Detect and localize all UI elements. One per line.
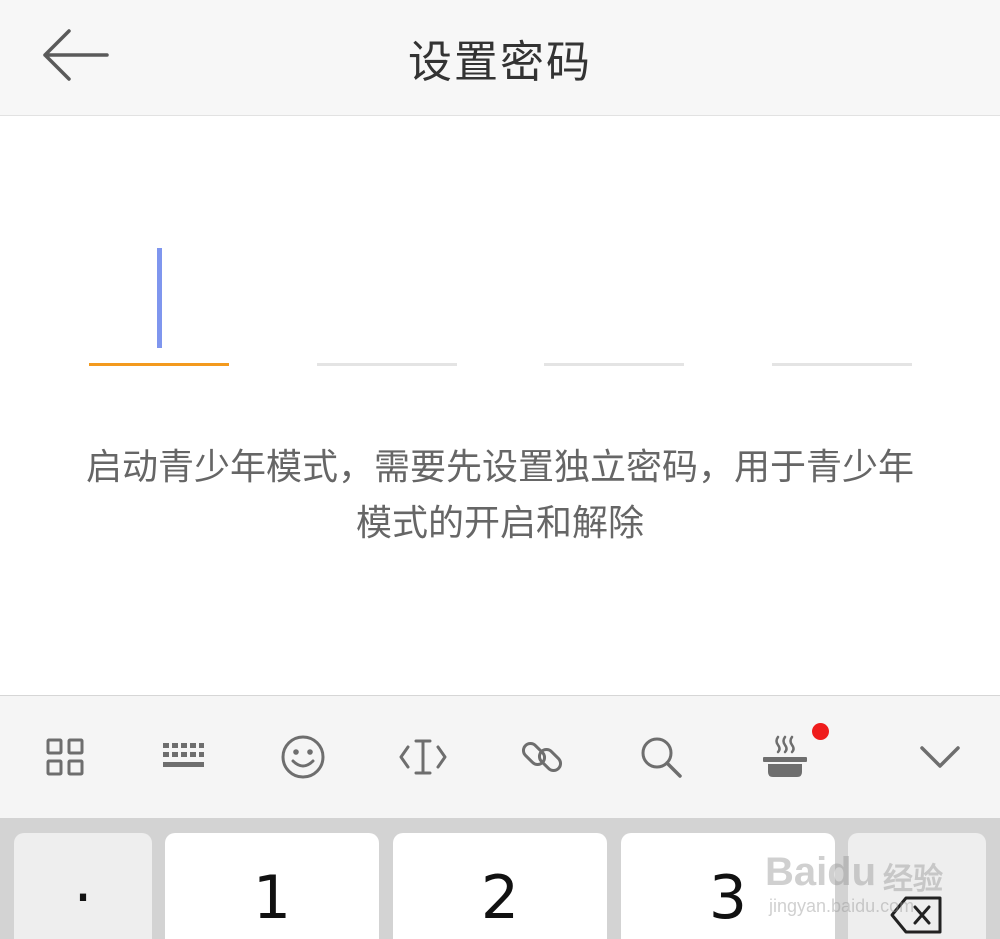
text-caret (157, 248, 162, 348)
hot-pot-button[interactable] (750, 722, 820, 792)
keyboard-icon (163, 743, 204, 767)
search-icon (641, 737, 682, 778)
collapse-keyboard-button[interactable] (905, 722, 975, 792)
apps-button[interactable] (30, 722, 100, 792)
chevron-down-icon (920, 746, 960, 768)
page-title: 设置密码 (408, 37, 592, 88)
keyboard-toolbar (0, 695, 1000, 819)
text-cursor-icon (399, 739, 447, 775)
notification-dot (812, 723, 829, 740)
pin-entry (0, 116, 1000, 416)
pin-digit-3[interactable] (544, 246, 684, 366)
key-2[interactable]: 2 (393, 833, 607, 939)
hot-pot-icon (763, 735, 807, 777)
keyboard-layout-button[interactable] (148, 722, 218, 792)
number-keypad: · 1 2 3 (0, 818, 1000, 939)
key-dot[interactable]: · (14, 833, 152, 939)
link-icon (521, 741, 563, 773)
pin-digit-4[interactable] (772, 246, 912, 366)
search-button[interactable] (626, 722, 696, 792)
pin-digit-1[interactable] (89, 246, 229, 366)
cursor-edit-button[interactable] (388, 722, 458, 792)
link-button[interactable] (507, 722, 577, 792)
key-1[interactable]: 1 (165, 833, 379, 939)
key-3[interactable]: 3 (621, 833, 835, 939)
backspace-icon (890, 896, 942, 934)
emoji-button[interactable] (268, 722, 338, 792)
password-hint-text: 启动青少年模式，需要先设置独立密码，用于青少年模式的开启和解除 (85, 447, 914, 544)
key-label: 1 (252, 863, 292, 933)
pin-underline (772, 363, 912, 366)
pin-underline (89, 363, 229, 366)
grid-apps-icon (46, 738, 84, 776)
pin-underline (544, 363, 684, 366)
key-label: 3 (708, 863, 748, 933)
app-header: 设置密码 (0, 0, 1000, 116)
key-label: · (73, 863, 93, 933)
pin-digit-2[interactable] (317, 246, 457, 366)
pin-underline (317, 363, 457, 366)
emoji-smile-icon (281, 735, 325, 779)
backspace-key[interactable] (848, 833, 986, 939)
key-label: 2 (480, 863, 520, 933)
